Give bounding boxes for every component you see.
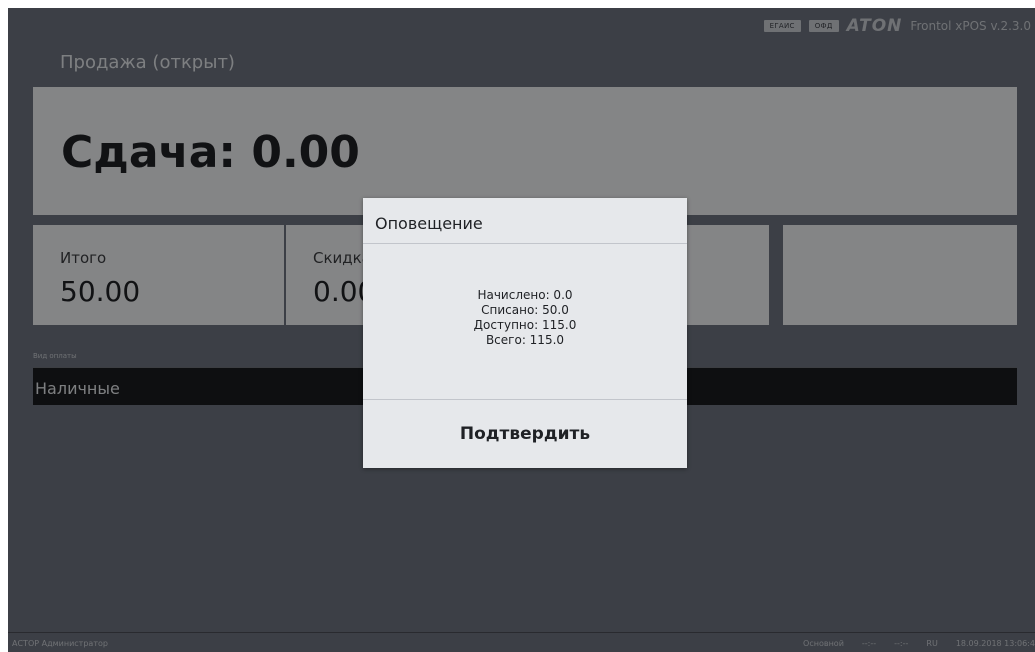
egais-badge: ЕГАИС xyxy=(763,20,801,32)
status-user: АСТОР Администратор xyxy=(12,639,108,648)
ofd-badge: ОФД xyxy=(808,20,839,32)
divider xyxy=(363,243,687,244)
dialog-title: Оповещение xyxy=(375,214,483,233)
status-bar: АСТОР Администратор Основной --:-- --:--… xyxy=(8,632,1035,652)
message-line-accrued: Начислено: 0.0 xyxy=(477,288,573,302)
message-line-total: Всего: 115.0 xyxy=(485,333,565,347)
status-slot-1: --:-- xyxy=(861,639,877,648)
aton-logo: ATON xyxy=(846,16,903,36)
status-slot-2: --:-- xyxy=(894,639,909,648)
status-language: RU xyxy=(926,639,938,648)
app-version: Frontol xPOS v.2.3.0 xyxy=(910,19,1031,33)
tile-value: 50.00 xyxy=(60,275,141,308)
message-line-written-off: Списано: 50.0 xyxy=(481,303,569,317)
message-line-available: Доступно: 115.0 xyxy=(473,318,577,332)
change-amount: Сдача: 0.00 xyxy=(61,127,360,178)
payment-type-value: Наличные xyxy=(35,379,120,398)
change-panel: Сдача: 0.00 xyxy=(33,87,1017,215)
status-mode: Основной xyxy=(803,639,844,648)
notification-dialog: Оповещение Начислено: 0.0 Списано: 50.0 … xyxy=(363,198,687,468)
status-datetime: 18.09.2018 13:06:4 xyxy=(955,639,1035,648)
tile-total: Итого 50.00 xyxy=(33,225,284,325)
tile-empty-2 xyxy=(783,225,1017,325)
tile-label: Итого xyxy=(60,249,107,267)
payment-type-caption: Вид оплаты xyxy=(33,352,77,360)
status-right: Основной --:-- --:-- RU 18.09.2018 13:06… xyxy=(803,639,1035,648)
confirm-button[interactable]: Подтвердить xyxy=(363,400,687,468)
top-bar: ЕГАИС ОФД ATON Frontol xPOS v.2.3.0 xyxy=(763,16,1035,36)
dialog-message: Начислено: 0.0 Списано: 50.0 Доступно: 1… xyxy=(363,288,687,348)
page-title: Продажа (открыт) xyxy=(60,52,235,73)
